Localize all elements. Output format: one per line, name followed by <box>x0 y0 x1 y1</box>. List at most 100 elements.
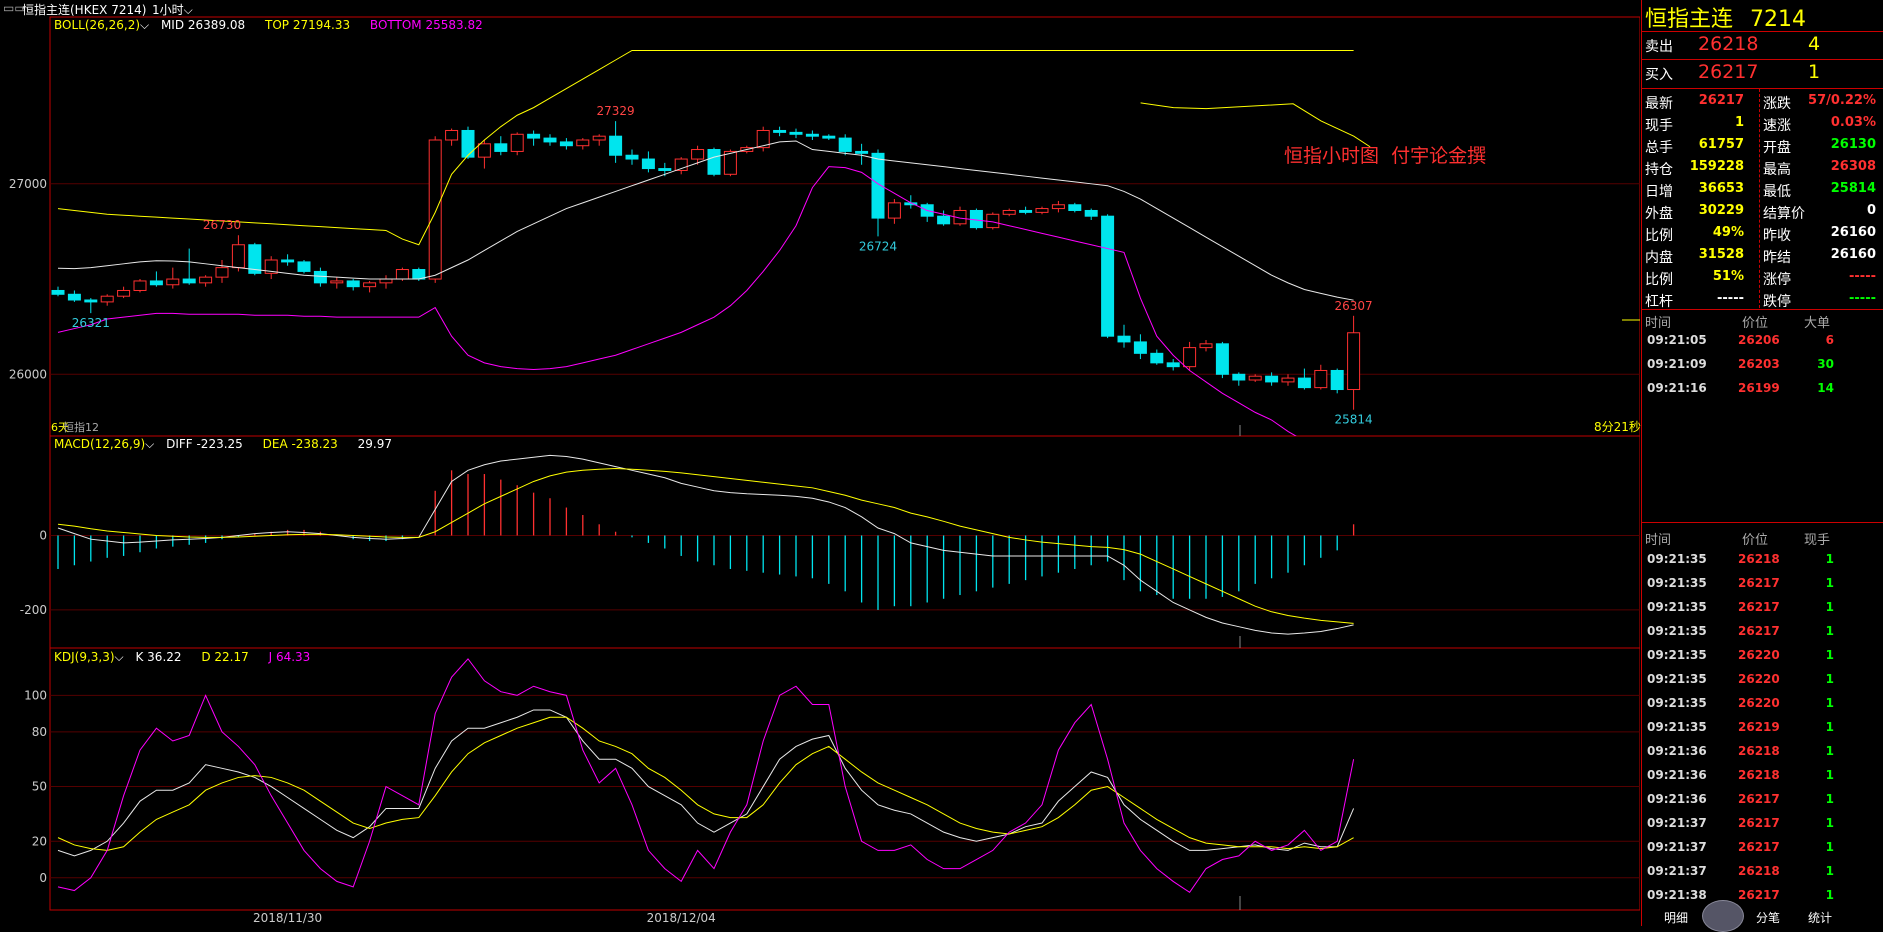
row-qty: 1 <box>1825 816 1834 830</box>
candle-body <box>297 261 311 272</box>
sell-label: 卖出 <box>1645 39 1673 55</box>
stat-value: 57/0.22% <box>1808 93 1876 108</box>
table-row[interactable]: 09:21:05 26206 6 <box>1642 333 1883 351</box>
candle-body <box>723 150 737 175</box>
buy-row[interactable]: 买入 26217 1 <box>1642 61 1883 87</box>
quote-divider <box>1642 59 1883 60</box>
boll-top-line <box>57 49 1354 246</box>
row-time: 09:21:16 <box>1647 381 1707 395</box>
price-label: 27329 <box>597 104 635 118</box>
table-row[interactable]: 09:21:35 26217 1 <box>1642 600 1883 618</box>
row-price: 26218 <box>1738 768 1780 782</box>
macd-indicator-name[interactable]: MACD(12,26,9) <box>54 437 145 451</box>
y-tick-label: 27000 <box>9 177 47 191</box>
quote-row: 日增 36653 最低 25814 <box>1642 178 1883 200</box>
row-qty: 6 <box>1825 333 1834 347</box>
row-price: 26203 <box>1738 357 1780 371</box>
kdj-legend: KDJ(9,3,3)⌵ K 36.22 D 22.17 J 64.33 <box>54 650 310 665</box>
row-qty: 1 <box>1825 768 1834 782</box>
candle-body <box>838 137 852 152</box>
candle-body <box>1232 373 1246 381</box>
macd-dea-line <box>57 467 1354 624</box>
tab-detail[interactable]: 明细 <box>1664 909 1688 926</box>
kdj-indicator-name[interactable]: KDJ(9,3,3) <box>54 650 115 664</box>
table-row[interactable]: 09:21:37 26218 1 <box>1642 864 1883 882</box>
candle-body <box>133 280 147 291</box>
tab-stats[interactable]: 统计 <box>1808 909 1832 926</box>
row-price: 26220 <box>1738 672 1780 686</box>
kdj-j-label: J 64.33 <box>268 650 311 664</box>
row-price: 26218 <box>1738 552 1780 566</box>
y-tick-label: 80 <box>32 725 47 739</box>
table-row[interactable]: 09:21:38 26217 1 <box>1642 888 1883 906</box>
boll-mid-line <box>57 140 1354 301</box>
table-row[interactable]: 09:21:36 26218 1 <box>1642 744 1883 762</box>
candle-body <box>1347 332 1361 391</box>
stat-label: 内盘 <box>1645 250 1673 266</box>
candle-body <box>1199 343 1213 349</box>
table-row[interactable]: 09:21:09 26203 30 <box>1642 357 1883 375</box>
chevron-down-icon[interactable]: ⌵ <box>115 650 124 664</box>
table-row[interactable]: 09:21:35 26217 1 <box>1642 576 1883 594</box>
buy-qty: 1 <box>1808 61 1821 83</box>
table-row[interactable]: 09:21:35 26220 1 <box>1642 648 1883 666</box>
chevron-down-icon[interactable]: ⌵ <box>145 437 154 451</box>
candle-body <box>1150 352 1164 364</box>
stat-label: 开盘 <box>1763 140 1791 156</box>
candle-body <box>199 276 213 284</box>
boll-indicator-name[interactable]: BOLL(26,26,2) <box>54 18 140 32</box>
candle-body <box>625 154 639 160</box>
boll-mid-label: MID 26389.08 <box>160 18 246 32</box>
candle-body <box>887 202 901 219</box>
price-label: 26730 <box>203 218 241 232</box>
row-price: 26217 <box>1738 600 1780 614</box>
candle-body <box>937 215 951 225</box>
x-tick-label: 2018/12/04 <box>647 911 716 925</box>
table-row[interactable]: 09:21:16 26199 14 <box>1642 381 1883 399</box>
stat-label: 持仓 <box>1645 162 1673 178</box>
table-row[interactable]: 09:21:36 26218 1 <box>1642 768 1883 786</box>
candle-body <box>445 129 459 141</box>
row-price: 26206 <box>1738 333 1780 347</box>
col-qty: 现手 <box>1804 533 1831 548</box>
sell-row[interactable]: 卖出 26218 4 <box>1642 33 1883 59</box>
y-tick-label: 26000 <box>9 367 47 381</box>
countdown-label: 8分21秒 <box>1594 420 1641 434</box>
table-row[interactable]: 09:21:35 26217 1 <box>1642 624 1883 642</box>
price-label: 26724 <box>859 239 897 253</box>
candle-body <box>1133 341 1147 354</box>
table-row[interactable]: 09:21:35 26218 1 <box>1642 552 1883 570</box>
table-row[interactable]: 09:21:35 26220 1 <box>1642 696 1883 714</box>
row-price: 26217 <box>1738 840 1780 854</box>
table-row[interactable]: 09:21:36 26217 1 <box>1642 792 1883 810</box>
row-time: 09:21:36 <box>1647 768 1707 782</box>
candle-body <box>395 269 409 280</box>
stat-value: 25814 <box>1830 181 1876 196</box>
candle-body <box>117 289 131 297</box>
row-time: 09:21:35 <box>1647 624 1707 638</box>
candle-body <box>1035 208 1049 213</box>
macd-diff-line <box>57 454 1354 635</box>
stat-value: 36653 <box>1698 181 1744 196</box>
table-row[interactable]: 09:21:35 26220 1 <box>1642 672 1883 690</box>
chart-area[interactable]: 26000 27000 0 -200 100 80 50 20 0 26730 26321 27329… <box>0 0 1640 926</box>
price-label: 26307 <box>1335 299 1373 313</box>
candle-body <box>1084 209 1098 217</box>
stat-label: 涨停 <box>1763 272 1791 288</box>
table-row[interactable]: 09:21:37 26217 1 <box>1642 816 1883 834</box>
row-time: 09:21:09 <box>1647 357 1707 371</box>
candle-body <box>182 278 196 284</box>
candle-body <box>592 135 606 141</box>
candle-body <box>84 299 98 303</box>
tab-ticks[interactable]: 分笔 <box>1756 909 1780 926</box>
quote-divider <box>1642 309 1883 310</box>
candle-body <box>1215 343 1229 375</box>
stat-label: 速涨 <box>1763 118 1791 134</box>
candle-body <box>527 133 541 139</box>
table-row[interactable]: 09:21:35 26219 1 <box>1642 720 1883 738</box>
stat-value: ----- <box>1717 291 1744 306</box>
candle-body <box>1051 204 1065 210</box>
row-time: 09:21:35 <box>1647 600 1707 614</box>
chevron-down-icon[interactable]: ⌵ <box>140 18 149 32</box>
table-row[interactable]: 09:21:37 26217 1 <box>1642 840 1883 858</box>
